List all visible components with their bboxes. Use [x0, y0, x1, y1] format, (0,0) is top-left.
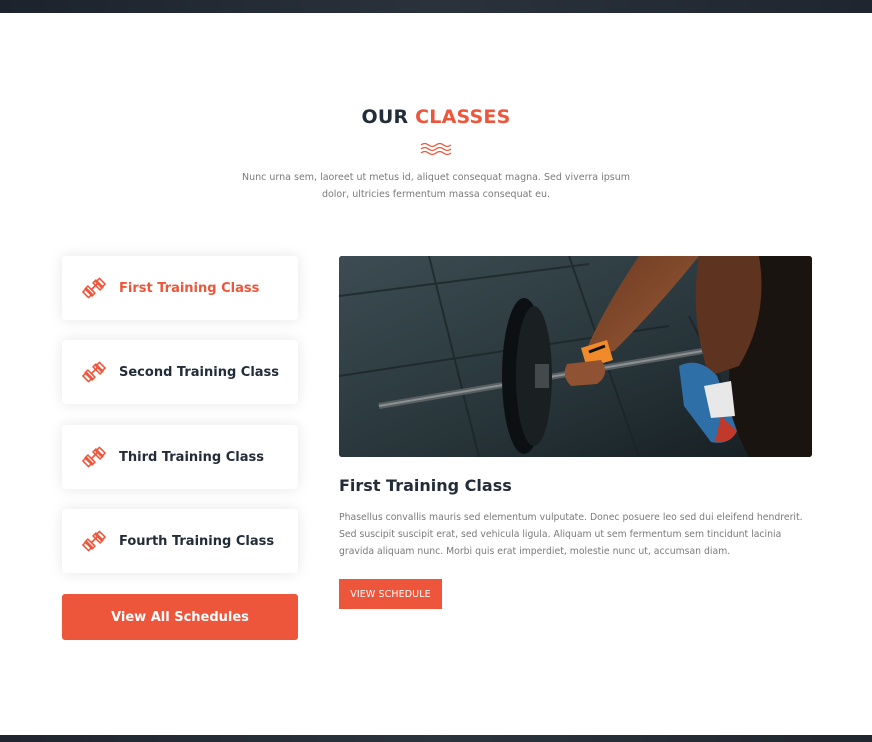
heading-part-1: OUR: [361, 106, 409, 128]
dumbbell-icon: [82, 277, 106, 299]
selected-class-description: Phasellus convallis mauris sed elementum…: [339, 512, 803, 557]
next-section-strip: [0, 735, 872, 742]
barbell-photo: [339, 256, 812, 457]
heading-part-2: CLASSES: [415, 106, 511, 128]
class-image: [339, 256, 812, 457]
tab-label: Third Training Class: [119, 449, 264, 465]
tab-first-training-class[interactable]: First Training Class: [62, 256, 298, 320]
section-description: Nunc urna sem, laoreet ut metus id, aliq…: [241, 172, 631, 200]
tab-third-training-class[interactable]: Third Training Class: [62, 425, 298, 489]
selected-class-title: First Training Class: [339, 476, 512, 495]
dumbbell-icon: [82, 446, 106, 468]
tab-second-training-class[interactable]: Second Training Class: [62, 340, 298, 404]
wave-divider-icon: [420, 142, 452, 156]
tab-label: Second Training Class: [119, 364, 280, 380]
dumbbell-icon: [82, 530, 106, 552]
section-heading: OUR CLASSES: [0, 106, 872, 128]
tab-label: First Training Class: [119, 280, 260, 296]
view-schedule-button[interactable]: VIEW SCHEDULE: [339, 579, 442, 609]
tab-fourth-training-class[interactable]: Fourth Training Class: [62, 509, 298, 573]
view-all-schedules-button[interactable]: View All Schedules: [62, 594, 298, 640]
tab-label: Fourth Training Class: [119, 533, 275, 549]
previous-section-strip: [0, 0, 872, 13]
dumbbell-icon: [82, 361, 106, 383]
